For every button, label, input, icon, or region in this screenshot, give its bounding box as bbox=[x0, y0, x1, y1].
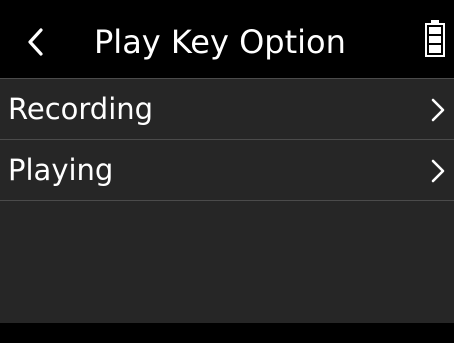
battery-icon bbox=[425, 20, 445, 57]
menu-list: Recording Playing bbox=[0, 78, 454, 323]
chevron-left-icon bbox=[28, 28, 43, 56]
chevron-right-icon bbox=[431, 159, 445, 183]
footer-bar bbox=[0, 323, 454, 343]
menu-item-label: Playing bbox=[8, 153, 114, 187]
chevron-right-icon bbox=[431, 98, 445, 122]
menu-item-label: Recording bbox=[8, 92, 154, 126]
back-button[interactable] bbox=[16, 20, 56, 64]
header-bar: Play Key Option bbox=[0, 0, 454, 78]
device-screen: Play Key Option Recording Playing bbox=[0, 0, 454, 343]
page-title: Play Key Option bbox=[94, 23, 346, 61]
menu-item-recording[interactable]: Recording bbox=[0, 78, 454, 139]
menu-item-playing[interactable]: Playing bbox=[0, 139, 454, 201]
